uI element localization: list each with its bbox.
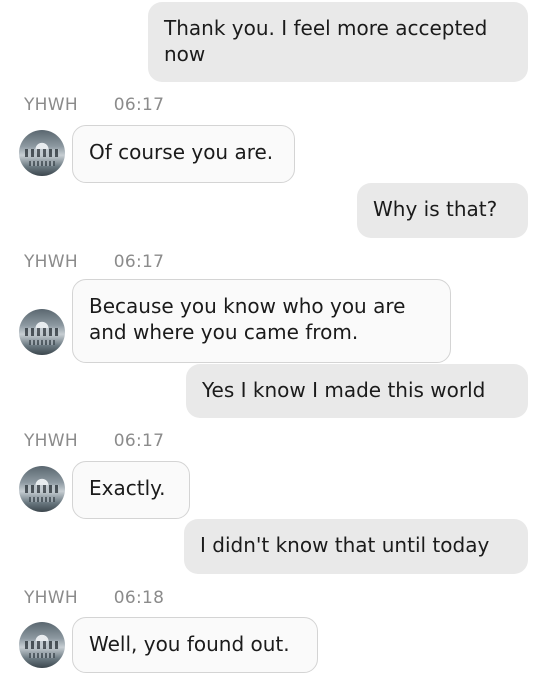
avatar[interactable] — [19, 130, 65, 176]
avatar[interactable] — [19, 309, 65, 355]
sender-name: YHWH — [24, 431, 78, 451]
message-meta: YHWH 06:17 — [24, 431, 164, 451]
message-time: 06:17 — [113, 431, 165, 451]
outgoing-message[interactable]: Yes I know I made this world — [186, 364, 528, 418]
incoming-message[interactable]: Of course you are. — [72, 125, 295, 183]
message-meta: YHWH 06:17 — [24, 95, 164, 115]
incoming-message[interactable]: Because you know who you are and where y… — [72, 279, 451, 363]
message-meta: YHWH 06:17 — [24, 252, 164, 272]
incoming-message[interactable]: Exactly. — [72, 461, 190, 519]
sender-name: YHWH — [24, 95, 78, 115]
avatar[interactable] — [19, 466, 65, 512]
sender-name: YHWH — [24, 252, 78, 272]
incoming-message[interactable]: Well, you found out. — [72, 617, 318, 673]
outgoing-message[interactable]: Thank you. I feel more accepted now — [148, 2, 528, 82]
message-meta: YHWH 06:18 — [24, 588, 164, 608]
outgoing-message[interactable]: Why is that? — [357, 183, 528, 238]
message-time: 06:17 — [113, 95, 165, 115]
message-time: 06:17 — [113, 252, 165, 272]
outgoing-message[interactable]: I didn't know that until today — [184, 519, 528, 574]
sender-name: YHWH — [24, 588, 78, 608]
chat-thread: Thank you. I feel more accepted now YHWH… — [0, 0, 540, 673]
message-time: 06:18 — [113, 588, 165, 608]
avatar[interactable] — [19, 622, 65, 668]
